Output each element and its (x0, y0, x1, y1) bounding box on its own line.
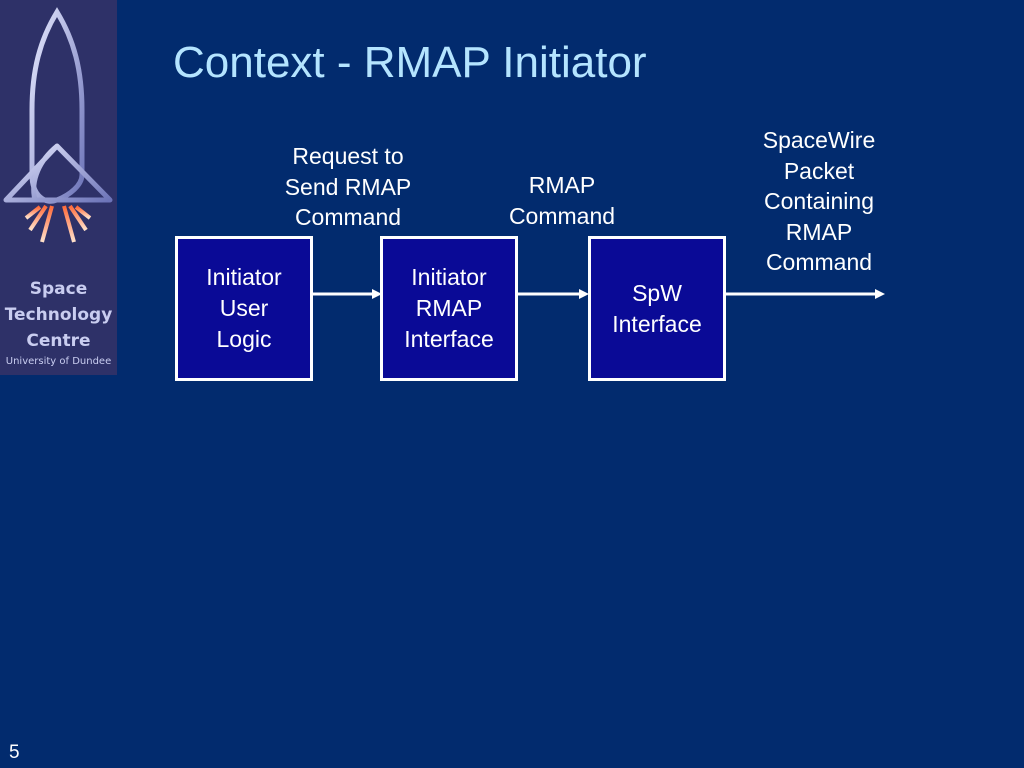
connector-arrows (313, 289, 885, 299)
arrowhead-rmap-to-spw (579, 289, 589, 299)
arrowhead-spw-to-output (875, 289, 885, 299)
arrowhead-user-to-rmap (372, 289, 382, 299)
page-number: 5 (9, 742, 20, 763)
